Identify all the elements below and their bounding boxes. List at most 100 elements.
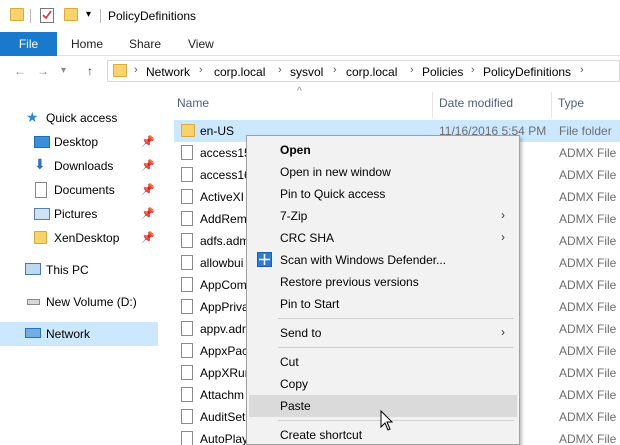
nav-this-pc[interactable]: This PC <box>0 258 158 282</box>
file-name: adfs.adm <box>200 234 250 248</box>
file-icon <box>181 145 193 160</box>
title-bar: ▾ PolicyDefinitions <box>0 0 620 32</box>
forward-arrow-icon[interactable]: → <box>37 64 49 78</box>
address-bar[interactable]: › Network › corp.local › sysvol › corp.l… <box>107 60 620 82</box>
menu-item-send-to[interactable]: Send to › <box>249 322 517 344</box>
file-type: ADMX File <box>559 322 617 336</box>
file-name: Attachm <box>200 388 245 402</box>
nav-label: Network <box>46 327 91 341</box>
menu-item-7zip[interactable]: 7-Zip › <box>249 205 517 227</box>
menu-item-restore-versions[interactable]: Restore previous versions <box>249 271 517 293</box>
chevron-right-icon[interactable]: › <box>580 64 584 76</box>
chevron-right-icon: › <box>501 325 505 339</box>
nav-new-volume[interactable]: New Volume (D:) <box>0 290 158 314</box>
breadcrumb-sysvol[interactable]: sysvol <box>290 65 323 79</box>
pin-icon: 📌 <box>141 136 155 148</box>
file-type: ADMX File <box>559 168 617 182</box>
menu-label: Create shortcut <box>280 428 363 442</box>
chevron-right-icon: › <box>333 64 337 76</box>
nav-network[interactable]: Network <box>0 322 158 346</box>
menu-item-pin-start[interactable]: Pin to Start <box>249 293 517 315</box>
nav-downloads[interactable]: ⬇ Downloads 📌 <box>0 154 158 178</box>
nav-label: Desktop <box>54 135 99 149</box>
file-icon <box>181 321 193 336</box>
nav-label: Quick access <box>46 111 118 125</box>
context-menu: Open Open in new window Pin to Quick acc… <box>246 135 520 445</box>
column-header-name[interactable]: Name <box>177 96 209 110</box>
pin-icon: 📌 <box>141 184 155 196</box>
pictures-icon <box>34 208 50 220</box>
tab-share[interactable]: Share <box>129 32 161 56</box>
file-type: ADMX File <box>559 256 617 270</box>
file-name: AppXRun <box>200 366 252 380</box>
file-icon <box>181 211 193 226</box>
file-type: ADMX File <box>559 278 617 292</box>
breadcrumb-network[interactable]: Network <box>146 65 190 79</box>
column-header-type[interactable]: Type <box>558 96 584 110</box>
menu-item-copy[interactable]: Copy <box>249 373 517 395</box>
column-header-date[interactable]: Date modified <box>439 96 513 110</box>
divider <box>30 9 31 23</box>
menu-separator <box>278 420 514 421</box>
file-icon <box>181 233 193 248</box>
nav-label: Downloads <box>54 159 114 173</box>
menu-label: Pin to Quick access <box>280 187 386 201</box>
sort-ascending-icon: ^ <box>297 86 302 97</box>
nav-xendesktop[interactable]: XenDesktop 📌 <box>0 226 158 250</box>
file-name: AppCom <box>200 278 247 292</box>
properties-icon[interactable] <box>40 8 54 23</box>
pin-icon: 📌 <box>141 232 155 244</box>
file-type: ADMX File <box>559 190 617 204</box>
chevron-right-icon: › <box>410 64 414 76</box>
breadcrumb-policies[interactable]: Policies <box>422 65 463 79</box>
file-name: appv.adr <box>200 322 246 336</box>
column-divider[interactable] <box>551 92 552 118</box>
new-folder-icon[interactable] <box>64 8 78 21</box>
pin-icon: 📌 <box>141 208 155 220</box>
nav-pictures[interactable]: Pictures 📌 <box>0 202 158 226</box>
computer-icon <box>25 263 41 275</box>
tab-file[interactable]: File <box>0 32 57 56</box>
file-icon <box>181 409 193 424</box>
breadcrumb-corp-local-2[interactable]: corp.local <box>346 65 397 79</box>
menu-label: Scan with Windows Defender... <box>280 253 447 267</box>
file-name: ActiveXI <box>200 190 245 204</box>
back-arrow-icon[interactable]: ← <box>14 64 26 78</box>
tab-home[interactable]: Home <box>71 32 103 56</box>
nav-desktop[interactable]: Desktop 📌 <box>0 130 158 154</box>
file-type: ADMX File <box>559 344 617 358</box>
menu-label: Cut <box>280 355 299 369</box>
drive-icon <box>27 299 40 305</box>
up-arrow-icon[interactable]: ↑ <box>87 64 93 78</box>
menu-item-pin-quick-access[interactable]: Pin to Quick access <box>249 183 517 205</box>
menu-item-open-new-window[interactable]: Open in new window <box>249 161 517 183</box>
breadcrumb-corp-local[interactable]: corp.local <box>214 65 265 79</box>
chevron-right-icon: › <box>471 64 475 76</box>
menu-item-scan-defender[interactable]: Scan with Windows Defender... <box>249 249 517 271</box>
file-name: AppPriva <box>200 300 249 314</box>
chevron-right-icon: › <box>278 64 282 76</box>
file-name: access16 <box>200 168 251 182</box>
menu-label: Copy <box>280 377 309 391</box>
file-type: ADMX File <box>559 300 617 314</box>
menu-item-open[interactable]: Open <box>249 139 517 161</box>
nav-quick-access[interactable]: ★ Quick access <box>0 106 158 130</box>
menu-item-cut[interactable]: Cut <box>249 351 517 373</box>
breadcrumb-policydefinitions[interactable]: PolicyDefinitions <box>483 65 571 79</box>
file-type: ADMX File <box>559 146 617 160</box>
column-divider[interactable] <box>432 92 433 118</box>
file-name: en-US <box>200 124 235 138</box>
star-icon: ★ <box>26 109 39 125</box>
nav-documents[interactable]: Documents 📌 <box>0 178 158 202</box>
navigation-pane: ★ Quick access Desktop 📌 ⬇ Downloads 📌 D… <box>0 92 160 445</box>
tab-view[interactable]: View <box>188 32 214 56</box>
recent-locations-chevron-icon[interactable]: ▾ <box>61 65 66 76</box>
file-type: ADMX File <box>559 388 617 402</box>
menu-item-crc-sha[interactable]: CRC SHA › <box>249 227 517 249</box>
file-name: AutoPlay <box>200 432 249 445</box>
customize-toolbar-icon[interactable]: ▾ <box>86 9 91 20</box>
file-icon <box>181 255 193 270</box>
folder-icon <box>113 64 127 77</box>
network-icon <box>25 328 41 338</box>
menu-label: 7-Zip <box>280 209 308 223</box>
